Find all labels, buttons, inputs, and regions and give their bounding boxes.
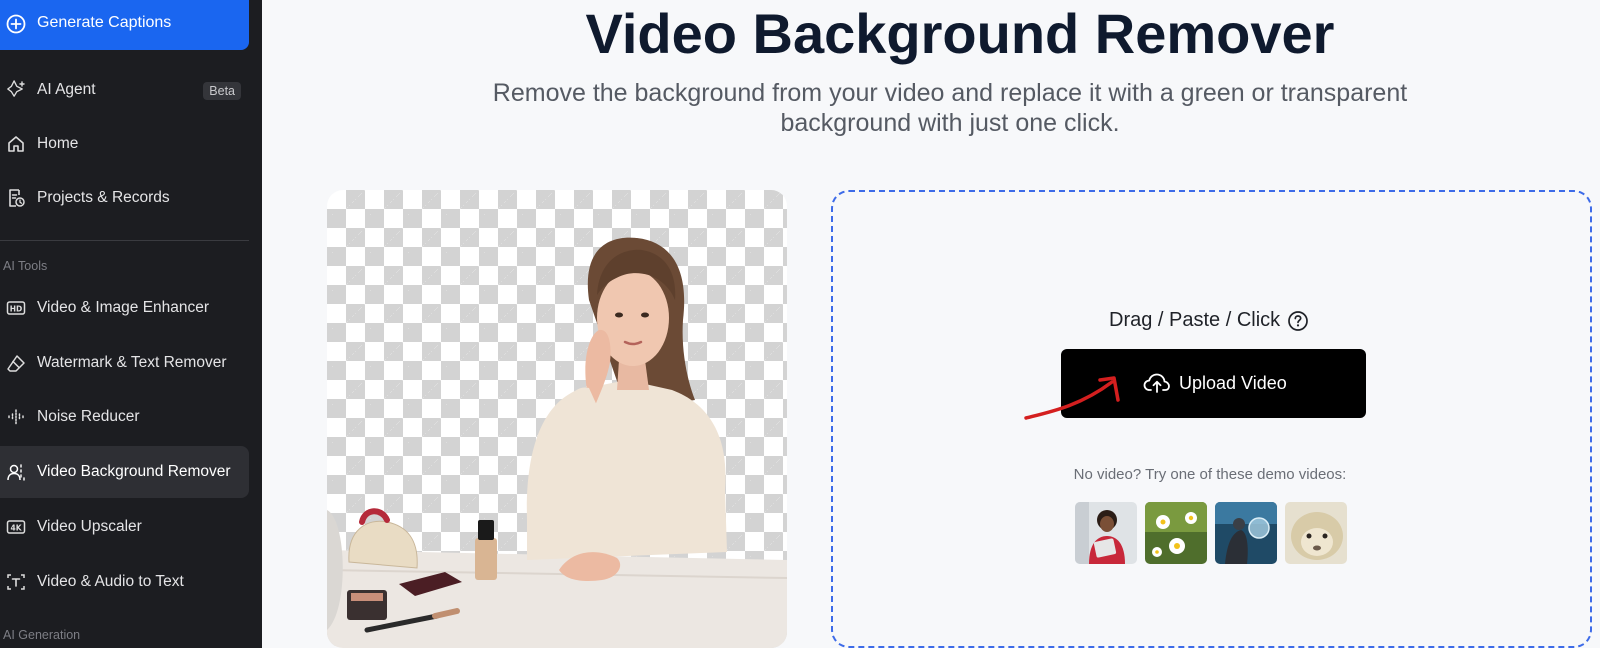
demo-thumbnail-alpaca[interactable] [1285, 502, 1347, 564]
drop-hint: Drag / Paste / Click [1109, 309, 1281, 331]
sidebar-item-label: Video & Audio to Text [37, 573, 184, 590]
demo-hint: No video? Try one of these demo videos: [1073, 466, 1347, 483]
sidebar: Generate Captions AI Agent Beta Home Pro… [0, 0, 262, 648]
sparkle-icon [7, 80, 25, 97]
woman-cutout-illustration [327, 237, 787, 648]
sidebar-item-video-image-enhancer[interactable]: HD Video & Image Enhancer [0, 282, 249, 334]
text-frame-icon [7, 574, 25, 590]
demo-thumbnail-woman-with-tablet[interactable] [1075, 502, 1137, 564]
sidebar-divider [0, 240, 249, 241]
eraser-icon [7, 355, 25, 372]
sidebar-item-noise-reducer[interactable]: Noise Reducer [0, 391, 249, 443]
waveform-icon [8, 409, 24, 425]
generate-captions-label: Generate Captions [37, 14, 172, 31]
svg-text:4K: 4K [10, 523, 22, 532]
plus-circle-icon [6, 14, 26, 34]
sidebar-item-label: AI Agent [37, 81, 96, 98]
sidebar-item-label: Video & Image Enhancer [37, 299, 210, 316]
preview-image [327, 190, 787, 648]
sidebar-item-label: Noise Reducer [37, 408, 140, 425]
sidebar-item-video-upscaler[interactable]: 4K Video Upscaler [0, 501, 249, 553]
sidebar-item-video-audio-to-text[interactable]: Video & Audio to Text [0, 556, 249, 608]
hd-icon: HD [6, 301, 26, 315]
svg-text:HD: HD [10, 304, 23, 313]
person-cutout-icon [7, 464, 25, 481]
home-icon [8, 136, 24, 152]
section-label-ai-generation: AI Generation [3, 628, 81, 642]
demo-thumbnail-daisies[interactable] [1145, 502, 1207, 564]
sidebar-item-video-background-remover[interactable]: Video Background Remover [0, 446, 249, 498]
page-title: Video Background Remover [585, 2, 1335, 65]
4k-icon: 4K [6, 520, 26, 534]
document-clock-icon [9, 189, 25, 207]
sidebar-item-label: Video Upscaler [37, 518, 142, 535]
sidebar-item-ai-agent[interactable]: AI Agent Beta [0, 64, 249, 116]
cloud-upload-icon [1143, 373, 1170, 393]
generate-captions-button[interactable]: Generate Captions [0, 0, 249, 50]
beta-badge: Beta [203, 82, 241, 100]
sidebar-item-home[interactable]: Home [0, 118, 249, 170]
question-circle-icon[interactable] [1287, 310, 1309, 332]
demo-thumbnail-diver-with-bubble[interactable] [1215, 502, 1277, 564]
section-label-ai-tools: AI Tools [3, 259, 48, 273]
sidebar-item-label: Home [37, 135, 79, 152]
sidebar-item-label: Watermark & Text Remover [37, 354, 227, 371]
upload-dropzone[interactable] [831, 190, 1592, 648]
page-subtitle: Remove the background from your video an… [492, 79, 1408, 137]
upload-video-label: Upload Video [1179, 373, 1287, 393]
red-arrow-annotation [1024, 376, 1120, 420]
sidebar-item-watermark-remover[interactable]: Watermark & Text Remover [0, 337, 249, 389]
sidebar-item-label: Video Background Remover [37, 463, 231, 480]
sidebar-item-label: Projects & Records [37, 189, 170, 206]
sidebar-item-projects[interactable]: Projects & Records [0, 172, 249, 224]
page-title-wrapper: Video Background Remover [540, 2, 1380, 66]
